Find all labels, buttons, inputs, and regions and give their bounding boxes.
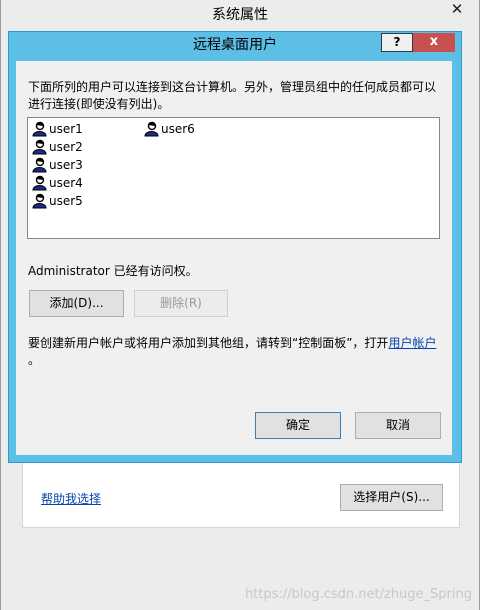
create-account-hint: 要创建新用户帐户或将用户添加到其他组，请转到“控制面板”，打开用户帐户 。 [28,335,443,369]
remove-button[interactable]: 删除(R) [134,290,228,317]
intro-text: 下面所列的用户可以连接到这台计算机。另外，管理员组中的任何成员都可以进行连接(即… [28,80,437,111]
user-icon [32,175,47,191]
user-name: user1 [49,122,83,136]
user-name: user3 [49,158,83,172]
user-name: user2 [49,140,83,154]
dialog-content: 下面所列的用户可以连接到这台计算机。另外，管理员组中的任何成员都可以进行连接(即… [8,31,462,463]
list-item[interactable]: user6 [143,120,195,138]
user-icon [32,139,47,155]
hint-text: 要创建新用户帐户或将用户添加到其他组，请转到“控制面板”，打开 [28,336,389,350]
help-me-choose-link[interactable]: 帮助我选择 [41,490,101,507]
user-name: user4 [49,176,83,190]
user-icon [32,157,47,173]
list-item[interactable]: user2 [31,138,83,156]
list-item[interactable]: user4 [31,174,83,192]
admin-access-note: Administrator 已经有访问权。 [28,264,198,278]
user-icon [32,193,47,209]
user-list[interactable]: user1 user2 user3 user4 user5 user6 [27,117,440,239]
cancel-button[interactable]: 取消 [355,412,441,439]
ok-button[interactable]: 确定 [255,412,341,439]
user-icon [144,121,159,137]
list-item[interactable]: user3 [31,156,83,174]
select-users-button[interactable]: 选择用户(S)... [340,484,443,511]
system-properties-title: 系统属性 [1,0,479,31]
user-name: user5 [49,194,83,208]
hint-period: 。 [28,353,41,367]
user-name: user6 [161,122,195,136]
add-button[interactable]: 添加(D)... [29,290,124,317]
close-icon[interactable]: ✕ [435,0,479,20]
user-icon [32,121,47,137]
user-accounts-link[interactable]: 用户帐户 [388,336,436,350]
watermark: https://blog.csdn.net/zhuge_Spring [244,587,472,602]
list-item[interactable]: user1 [31,120,83,138]
list-item[interactable]: user5 [31,192,83,210]
